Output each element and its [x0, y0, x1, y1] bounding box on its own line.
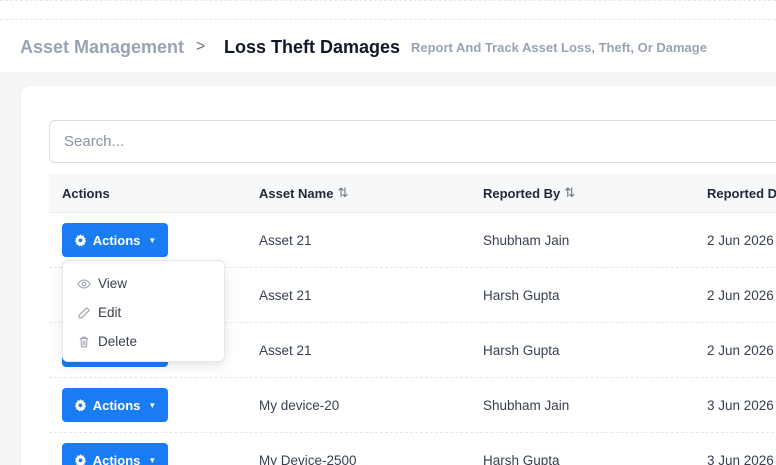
reported-date-cell: 2 Jun 2026 [707, 343, 774, 358]
reported-date-cell: 3 Jun 2026 [707, 453, 774, 465]
actions-button[interactable]: Actions ▼ [62, 443, 168, 465]
gear-icon [74, 398, 86, 412]
page-header: Asset Management > Loss Theft Damages Re… [0, 0, 776, 72]
gear-icon [74, 453, 86, 465]
column-header-reported-date[interactable]: Reported D [707, 173, 776, 213]
reported-by-cell: Harsh Gupta [483, 343, 560, 358]
column-header-reported-by[interactable]: Reported By ⇅ [483, 173, 575, 213]
header-divider [0, 19, 776, 20]
sort-icon[interactable]: ⇅ [564, 185, 575, 201]
reported-by-cell: Harsh Gupta [483, 288, 560, 303]
menu-item-label: Delete [98, 334, 138, 349]
reported-date-cell: 3 Jun 2026 [707, 398, 774, 413]
actions-button[interactable]: Actions ▼ [62, 223, 168, 257]
actions-button[interactable]: Actions ▼ [62, 388, 168, 422]
actions-dropdown-menu: View Edit Delete [62, 260, 225, 362]
search-input[interactable] [49, 120, 776, 163]
menu-item-edit[interactable]: Edit [63, 298, 224, 327]
menu-item-label: Edit [98, 305, 122, 320]
breadcrumb-chevron-icon: > [196, 38, 206, 55]
menu-item-label: View [98, 276, 128, 291]
asset-name-cell: My Device-2500 [259, 453, 357, 465]
column-header-asset-name[interactable]: Asset Name ⇅ [259, 173, 348, 213]
column-header-actions: Actions [62, 185, 110, 201]
actions-button-label: Actions [92, 452, 141, 465]
reported-by-cell: Harsh Gupta [483, 453, 560, 465]
actions-button-label: Actions [92, 397, 141, 413]
caret-down-icon: ▼ [148, 455, 157, 465]
page-title: Loss Theft Damages [224, 36, 401, 57]
trash-icon [79, 336, 89, 347]
menu-item-view[interactable]: View [63, 269, 224, 298]
caret-down-icon: ▼ [148, 235, 157, 245]
eye-icon [77, 278, 91, 289]
sort-icon[interactable]: ⇅ [337, 185, 348, 201]
pencil-icon [78, 306, 90, 318]
reported-date-cell: 2 Jun 2026 [707, 288, 774, 303]
actions-button-label: Actions [92, 232, 141, 248]
table-header: Actions Asset Name ⇅ Reported By ⇅ Reporte… [49, 173, 776, 213]
page-subtitle: Report And Track Asset Loss, Theft, Or D… [411, 39, 707, 55]
table-row: Actions ▼ My Device-2500 Harsh Gupta 3 J… [49, 433, 776, 465]
reported-by-cell: Shubham Jain [483, 233, 570, 248]
asset-name-cell: Asset 21 [259, 343, 312, 358]
reported-date-cell: 2 Jun 2026 [707, 233, 774, 248]
gear-icon [74, 233, 86, 247]
reported-by-cell: Shubham Jain [483, 398, 570, 413]
asset-name-cell: My device-20 [259, 398, 340, 413]
asset-name-cell: Asset 21 [259, 233, 312, 248]
breadcrumb-parent-link[interactable]: Asset Management [20, 37, 184, 57]
caret-down-icon: ▼ [148, 400, 157, 410]
asset-name-cell: Asset 21 [259, 288, 312, 303]
table-row: Actions ▼ My device-20 Shubham Jain 3 Ju… [49, 378, 776, 433]
menu-item-delete[interactable]: Delete [63, 327, 224, 356]
